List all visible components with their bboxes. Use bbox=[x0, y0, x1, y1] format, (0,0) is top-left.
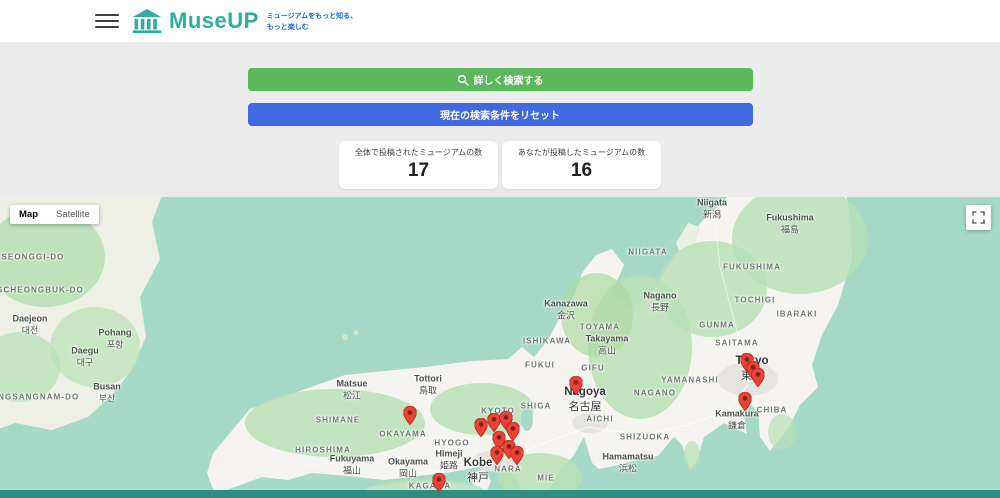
tagline-line-1: ミュージアムをもっと知る、 bbox=[266, 12, 358, 20]
search-button-label: 詳しく検索する bbox=[473, 76, 544, 87]
search-panel: 詳しく検索する 現在の検索条件をリセット 全体で投稿されたミュージアムの数 17… bbox=[0, 42, 1000, 197]
stats-row: 全体で投稿されたミュージアムの数 17 あなたが投稿したミュージアムの数 16 bbox=[339, 141, 661, 189]
map-type-control: Map Satellite bbox=[10, 205, 99, 224]
map-view-button[interactable]: Map bbox=[10, 205, 47, 224]
hamburger-icon bbox=[95, 26, 119, 28]
search-icon bbox=[457, 74, 469, 86]
total-museums-label: 全体で投稿されたミュージアムの数 bbox=[354, 148, 483, 157]
reset-search-button[interactable]: 現在の検索条件をリセット bbox=[247, 103, 753, 126]
menu-button[interactable] bbox=[95, 10, 119, 32]
tagline-line-2: もっと楽しむ bbox=[266, 24, 309, 31]
my-museums-label: あなたが投稿したミュージアムの数 bbox=[517, 148, 646, 157]
brand-tagline: ミュージアムをもっと知る、 もっと楽しむ bbox=[267, 11, 357, 33]
museum-logo-icon bbox=[132, 8, 162, 33]
brand-name: MuseUP bbox=[169, 8, 259, 33]
map-pin-marker[interactable] bbox=[569, 375, 583, 400]
museup-app: MuseUP ミュージアムをもっと知る、 もっと楽しむ 詳しく検索する 現在の検… bbox=[0, 0, 1000, 498]
fullscreen-icon bbox=[972, 211, 985, 224]
reset-button-label: 現在の検索条件をリセット bbox=[440, 111, 560, 122]
my-museums-card: あなたが投稿したミュージアムの数 16 bbox=[502, 141, 661, 189]
hamburger-icon bbox=[95, 20, 119, 22]
detailed-search-button[interactable]: 詳しく検索する bbox=[247, 68, 753, 91]
map-container[interactable]: SEONGGI-DO GCHEONGBUK-DO Daejeon 대전 Daegu 대구 P… bbox=[0, 197, 1000, 498]
fullscreen-button[interactable] bbox=[966, 205, 991, 230]
satellite-view-button[interactable]: Satellite bbox=[47, 205, 99, 224]
total-museums-value: 17 bbox=[407, 160, 430, 181]
brand[interactable]: MuseUP ミュージアムをもっと知る、 もっと楽しむ bbox=[131, 8, 357, 35]
map-pin-marker[interactable] bbox=[510, 445, 524, 470]
map-pin-marker[interactable] bbox=[403, 405, 417, 430]
app-header: MuseUP ミュージアムをもっと知る、 もっと楽しむ bbox=[0, 0, 1000, 42]
map-pin-marker[interactable] bbox=[432, 472, 446, 497]
map-pin-marker[interactable] bbox=[490, 445, 504, 470]
map-pin-marker[interactable] bbox=[474, 417, 488, 442]
total-museums-card: 全体で投稿されたミュージアムの数 17 bbox=[339, 141, 498, 189]
hamburger-icon bbox=[95, 14, 119, 16]
map-pin-marker[interactable] bbox=[738, 391, 752, 416]
my-museums-value: 16 bbox=[570, 160, 593, 181]
map-pin-marker[interactable] bbox=[751, 367, 765, 392]
